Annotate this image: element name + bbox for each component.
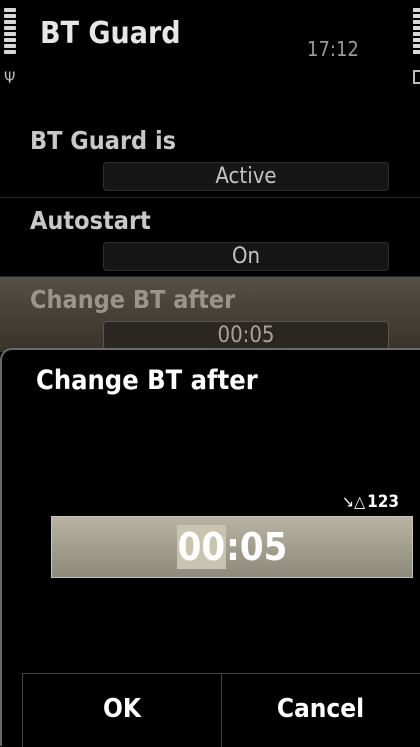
setting-value: On xyxy=(103,242,389,271)
divider xyxy=(0,197,420,198)
input-mode-indicator: ↘△ 123 xyxy=(342,492,399,512)
clock: 17:12 xyxy=(307,37,359,61)
hours-segment[interactable]: 00 xyxy=(176,525,227,569)
softkey-bar: OK Cancel xyxy=(22,673,420,747)
antenna-icon: Ψ xyxy=(4,68,16,87)
battery-icon xyxy=(413,8,420,56)
dialog-title: Change BT after xyxy=(36,365,258,396)
cancel-button[interactable]: Cancel xyxy=(221,674,420,747)
time-separator: : xyxy=(226,525,240,569)
battery-cap-icon xyxy=(413,70,420,84)
input-mode-label: 123 xyxy=(367,492,400,512)
ok-button[interactable]: OK xyxy=(22,674,222,747)
app-title: BT Guard xyxy=(40,16,181,51)
signal-strength-icon xyxy=(4,8,16,56)
setting-label: Autostart xyxy=(30,206,151,235)
time-editor-field[interactable]: 00:05 xyxy=(51,516,413,578)
status-bar: Ψ BT Guard 17:12 xyxy=(0,0,420,100)
setting-label: Change BT after xyxy=(30,285,236,314)
pen-input-icon: ↘△ xyxy=(342,492,366,511)
setting-value: Active xyxy=(103,162,389,191)
setting-label: BT Guard is xyxy=(30,126,177,155)
setting-value: 00:05 xyxy=(103,321,389,350)
minutes-segment[interactable]: 05 xyxy=(240,525,288,569)
